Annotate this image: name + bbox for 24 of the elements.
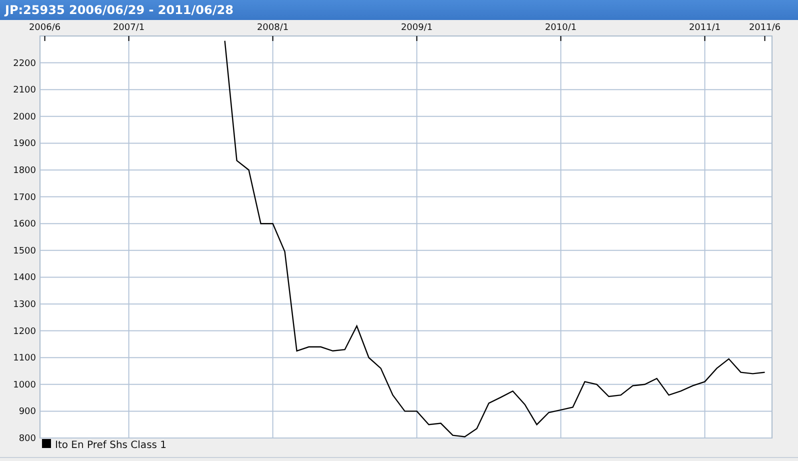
y-axis-label: 1200: [13, 326, 36, 337]
y-axis-label: 1900: [13, 139, 36, 150]
y-axis-label: 1700: [13, 192, 36, 203]
x-axis-label: 2010/1: [544, 23, 577, 33]
x-axis-label: 2006/6: [28, 23, 61, 33]
y-axis-label: 1400: [13, 273, 36, 284]
y-axis-label: 2000: [13, 112, 36, 122]
y-axis-label: 1600: [13, 220, 36, 230]
window-title: JP:25935 2006/06/29 - 2011/06/28: [5, 3, 234, 17]
y-axis-label: 1800: [13, 166, 36, 176]
x-axis-label: 2008/1: [256, 23, 289, 33]
y-axis-label: 1000: [13, 380, 36, 390]
y-axis-label: 900: [18, 407, 36, 418]
y-axis-label: 800: [18, 434, 36, 444]
y-axis-label: 2200: [13, 58, 36, 69]
y-axis-label: 2100: [13, 86, 36, 96]
y-axis-label: 1500: [13, 246, 36, 256]
x-axis-label: 2011/1: [688, 23, 721, 33]
x-axis-label: 2011/6: [748, 23, 781, 33]
y-axis-label: 1300: [13, 300, 36, 310]
y-axis-label: 1100: [13, 354, 36, 364]
x-axis-label: 2009/1: [400, 23, 433, 33]
x-axis-label: 2007/1: [112, 23, 145, 33]
legend-label: Ito En Pref Shs Class 1: [55, 440, 167, 451]
